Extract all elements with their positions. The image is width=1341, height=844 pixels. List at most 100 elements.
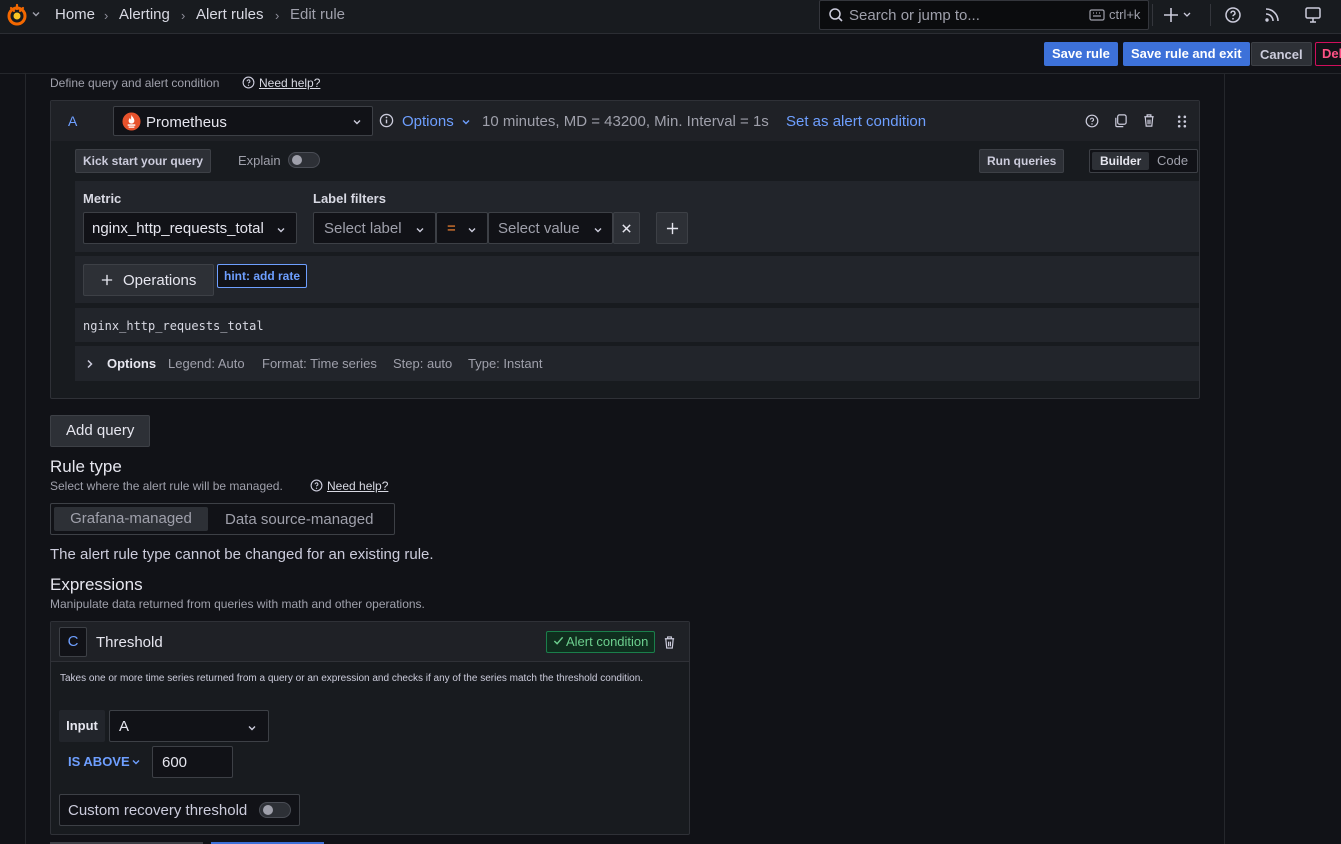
search-icon [828, 7, 844, 23]
breadcrumb-separator-icon: › [275, 8, 280, 23]
save-rule-and-exit-button[interactable]: Save rule and exit [1123, 42, 1250, 66]
help-icon[interactable] [1224, 6, 1242, 24]
recovery-toggle[interactable] [259, 802, 291, 818]
select-value-placeholder: Select value [498, 220, 580, 237]
threshold-input[interactable]: 600 [152, 746, 233, 778]
custom-recovery-threshold: Custom recovery threshold [59, 794, 300, 826]
plus-icon [666, 222, 679, 235]
add-filter-button[interactable] [656, 212, 688, 244]
rule-type-note: The alert rule type cannot be changed fo… [50, 546, 434, 563]
format-option: Format: Time series [262, 356, 377, 371]
drag-handle-icon[interactable] [1176, 114, 1188, 129]
breadcrumb-edit-rule: Edit rule [290, 6, 346, 23]
remove-filter-button[interactable] [613, 212, 640, 244]
chevron-down-icon[interactable] [31, 9, 41, 19]
search-shortcut: ctrl+k [1109, 7, 1141, 22]
label-select[interactable]: Select label [313, 212, 436, 244]
prometheus-logo-icon [122, 112, 141, 131]
expression-ref-id[interactable]: C [59, 627, 87, 657]
close-icon [621, 223, 632, 234]
explain-toggle[interactable] [288, 152, 320, 168]
step-option: Step: auto [393, 356, 453, 371]
operations-label: Operations [123, 272, 197, 289]
add-new-plus-icon[interactable] [1163, 6, 1193, 24]
input-label: Input [59, 710, 105, 742]
run-queries-button[interactable]: Run queries [979, 149, 1065, 173]
operator-value: = [447, 220, 456, 237]
add-operation-button[interactable]: Operations [83, 264, 214, 296]
metric-label: Metric [83, 191, 122, 206]
search-placeholder: Search or jump to... [849, 7, 980, 24]
recovery-label: Custom recovery threshold [68, 802, 248, 819]
set-alert-condition-link[interactable]: Set as alert condition [786, 113, 926, 130]
rule-type-subtitle: Select where the alert rule will be mana… [50, 479, 283, 493]
content-right-border [1224, 74, 1225, 844]
promql-preview: nginx_http_requests_total [75, 308, 1199, 342]
divider [1152, 4, 1153, 26]
datasource-name: Prometheus [146, 114, 227, 131]
kick-start-query-button[interactable]: Kick start your query [75, 149, 212, 173]
chevron-right-icon [86, 359, 94, 369]
explain-label: Explain [238, 153, 281, 168]
rss-feed-icon[interactable] [1264, 6, 1280, 24]
options-title: Options [107, 356, 157, 371]
query-ref-id[interactable]: A [68, 113, 77, 129]
builder-mode-tab[interactable]: Builder [1092, 152, 1150, 170]
save-rule-button[interactable]: Save rule [1044, 42, 1118, 66]
grafana-logo-icon[interactable] [5, 3, 29, 27]
label-filters-label: Label filters [313, 191, 386, 206]
chevron-down-icon [247, 723, 257, 733]
rule-type-switch: Grafana-managed Data source-managed [50, 503, 395, 535]
promql-text: nginx_http_requests_total [83, 319, 264, 333]
type-option: Type: Instant [468, 356, 543, 371]
editor-mode-switch: Builder Code [1089, 149, 1198, 173]
threshold-value: 600 [162, 754, 188, 771]
duplicate-query-icon[interactable] [1113, 113, 1128, 128]
divider [1210, 4, 1211, 26]
breadcrumb-alerting[interactable]: Alerting [119, 6, 170, 23]
chevron-down-icon [467, 225, 477, 235]
operator-select[interactable]: = [436, 212, 488, 244]
expression-description: Takes one or more time series returned f… [60, 673, 644, 684]
breadcrumb-home[interactable]: Home [55, 6, 95, 23]
check-icon [553, 632, 566, 652]
cancel-button[interactable]: Cancel [1251, 42, 1312, 66]
keyboard-icon [1089, 8, 1105, 22]
input-value: A [119, 718, 130, 735]
query-options-toggle[interactable]: Options [402, 113, 454, 130]
need-help-link[interactable]: Need help? [259, 76, 320, 90]
search-bar[interactable]: Search or jump to... ctrl+k [819, 0, 1149, 30]
breadcrumb-separator-icon: › [104, 8, 109, 23]
breadcrumb-separator-icon: › [181, 8, 186, 23]
code-mode-tab[interactable]: Code [1157, 152, 1188, 170]
help-circle-icon[interactable] [1085, 114, 1099, 128]
alert-condition-badge: Alert condition [546, 631, 656, 653]
metric-value: nginx_http_requests_total [92, 220, 264, 237]
datasource-picker[interactable]: Prometheus [113, 106, 373, 136]
grafana-managed-option[interactable]: Grafana-managed [54, 507, 208, 531]
metric-select[interactable]: nginx_http_requests_total [83, 212, 297, 244]
expressions-subtitle: Manipulate data returned from queries wi… [50, 597, 425, 611]
comparator-select[interactable]: IS ABOVE [68, 754, 130, 769]
chevron-down-icon[interactable] [131, 757, 141, 767]
chevron-down-icon [593, 225, 603, 235]
data-source-managed-option[interactable]: Data source-managed [225, 511, 373, 528]
breadcrumb-alert-rules[interactable]: Alert rules [196, 6, 264, 23]
trash-icon[interactable] [663, 635, 676, 650]
monitor-icon[interactable] [1304, 6, 1322, 24]
query-options-row[interactable]: Options Legend: Auto Format: Time series… [75, 346, 1199, 381]
select-label-placeholder: Select label [324, 220, 402, 237]
trash-icon[interactable] [1142, 113, 1156, 128]
input-select[interactable]: A [109, 710, 269, 742]
add-query-button[interactable]: Add query [50, 415, 151, 447]
chevron-down-icon [276, 225, 286, 235]
need-help-link[interactable]: Need help? [327, 479, 388, 493]
query-section-subtitle: Define query and alert condition [50, 76, 220, 90]
help-circle-icon [242, 76, 255, 89]
hint-add-rate-button[interactable]: hint: add rate [217, 264, 308, 288]
alert-condition-label: Alert condition [566, 634, 649, 649]
delete-button[interactable]: Del [1315, 42, 1341, 66]
value-select[interactable]: Select value [488, 212, 613, 244]
info-circle-icon[interactable] [379, 113, 394, 128]
chevron-down-icon[interactable] [461, 117, 471, 127]
